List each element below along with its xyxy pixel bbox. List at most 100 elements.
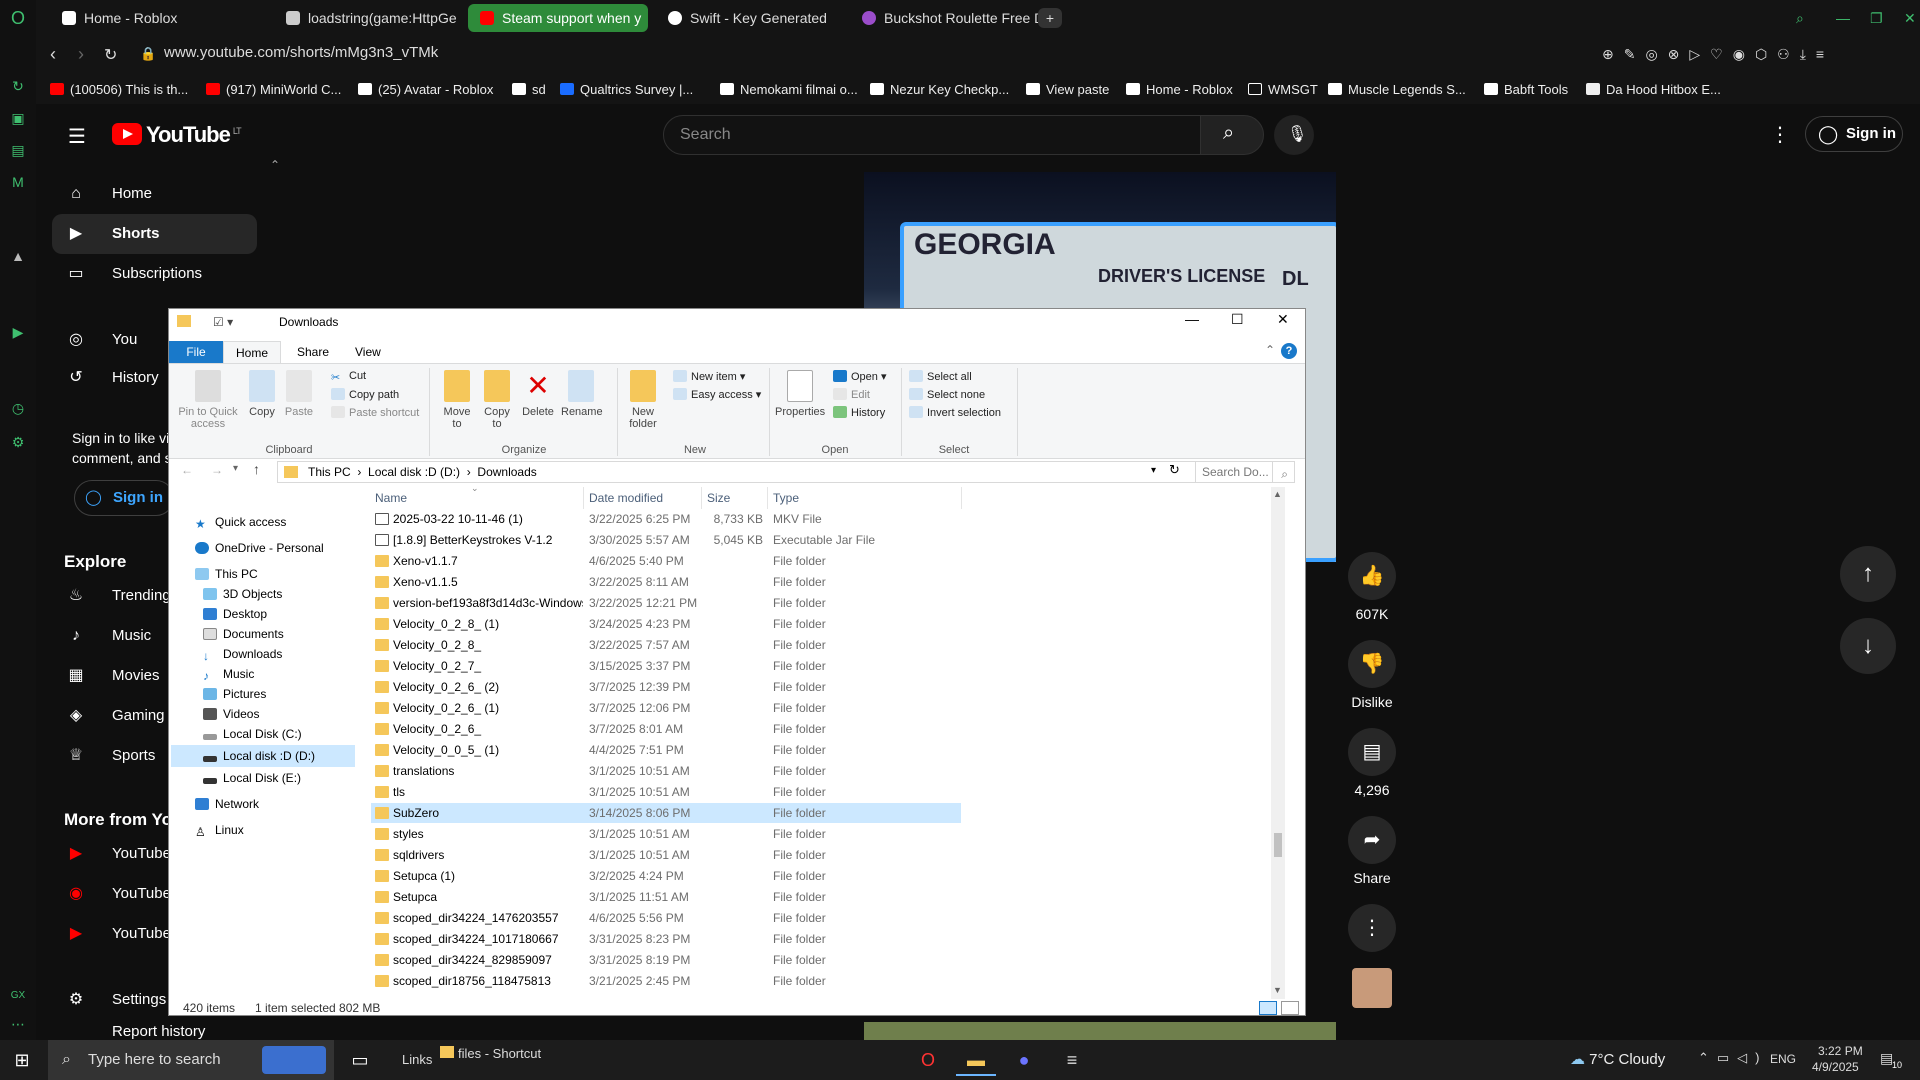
rename-button[interactable]: Rename [561,370,603,418]
recent-locations-icon[interactable]: ▾ [233,463,238,474]
sidebar-bag-icon[interactable]: ▣ [8,108,28,128]
tab-4[interactable]: Buckshot Roulette Free D [850,4,1046,32]
tab-view[interactable]: View [355,345,381,359]
bookmark-3[interactable]: sd [512,80,546,100]
file-row[interactable]: Velocity_0_2_7_ 3/15/2025 3:37 PM File fol… [371,656,961,676]
tab-share[interactable]: Share [297,345,329,359]
file-row[interactable]: Setupca 3/1/2025 11:51 AM File folder [371,887,961,907]
scroll-up-icon[interactable]: ▲ [1273,489,1282,499]
select-none-button[interactable]: Select none [909,388,985,401]
paste-shortcut-button[interactable]: Paste shortcut [331,406,419,419]
file-row[interactable]: scoped_dir34224_1476203557 4/6/2025 5:56 … [371,908,961,928]
sidebar-m-icon[interactable]: M [8,172,28,192]
breadcrumb-downloads[interactable]: Downloads [477,465,536,479]
clock-date[interactable]: 4/9/2025 [1812,1060,1859,1074]
file-row[interactable]: version-bef193a8f3d14d3c-WindowsPlay... 3… [371,593,961,613]
nav-desktop[interactable]: Desktop [203,607,267,621]
back-arrow-icon[interactable]: ← [181,463,193,477]
easy-access-button[interactable]: Easy access ▾ [673,388,761,401]
column-name[interactable]: Name [375,491,407,505]
nav-home[interactable]: ⌂ Home [52,174,257,214]
copy-to-button[interactable]: Copy to [481,370,513,430]
bookmark-1[interactable]: (917) MiniWorld C... [206,80,341,100]
file-row[interactable]: Xeno-v1.1.5 3/22/2025 8:11 AM File folder [371,572,961,592]
nav-local-disk-c[interactable]: Local Disk (C:) [203,727,302,741]
file-row[interactable]: sqldrivers 3/1/2025 10:51 AM File folder [371,845,961,865]
start-button[interactable]: ⊞ [2,1044,42,1076]
search-button[interactable]: ⌕ [1200,115,1264,155]
file-row[interactable]: 2025-03-22 10-11-46 (1) 3/22/2025 6:25 PM… [371,509,961,529]
bookmark-0[interactable]: (100506) This is th... [50,80,188,100]
sidebar-settings-icon[interactable]: ⚙ [8,432,28,452]
comments-button[interactable]: ▤ [1348,728,1396,776]
tab-home[interactable]: Home [223,341,281,365]
file-row[interactable]: Velocity_0_2_6_ 3/7/2025 8:01 AM File fold… [371,719,961,739]
sidebar-more-icon[interactable]: ⋯ [8,1014,28,1034]
dislike-button[interactable]: 👎 [1348,640,1396,688]
app-taskbar-icon[interactable]: ≡ [1052,1044,1092,1076]
system-tray-icons[interactable]: ⌃▭◁) [1698,1050,1768,1066]
tab-3[interactable]: Swift - Key Generated [656,4,839,32]
breadcrumb-this-pc[interactable]: This PC [308,465,351,479]
taskbar-search[interactable]: ⌕ Type here to search [48,1040,334,1080]
file-row[interactable]: tls 3/1/2025 10:51 AM File folder [371,782,961,802]
forward-arrow-icon[interactable]: → [211,463,223,477]
sign-in-button[interactable]: ◯ Sign in [1805,116,1903,152]
cut-button[interactable]: ✂ Cut [331,370,366,384]
clock-time[interactable]: 3:22 PM [1818,1044,1863,1058]
discord-taskbar-icon[interactable]: ● [1004,1044,1044,1076]
breadcrumb-local-disk[interactable]: Local disk :D (D:) [368,465,460,479]
bookmark-6[interactable]: Nezur Key Checkp... [870,80,1009,100]
scroll-down-icon[interactable]: ▼ [1273,985,1282,995]
minimize-button[interactable]: — [1185,311,1199,327]
file-row[interactable]: translations 3/1/2025 10:51 AM File folder [371,761,961,781]
file-row[interactable]: Xeno-v1.1.7 4/6/2025 5:40 PM File folder [371,551,961,571]
new-tab-button[interactable]: + [1038,8,1062,28]
more-options-icon[interactable]: ⋮ [1770,122,1790,147]
properties-button[interactable]: Properties [775,370,825,418]
search-downloads-input[interactable]: Search Do... ⌕ [1195,461,1295,483]
file-row[interactable]: [1.8.9] BetterKeystrokes V-1.2 3/30/2025 … [371,530,961,550]
nav-downloads[interactable]: ↓ Downloads [203,647,282,663]
mic-button[interactable]: 🎙 [1274,115,1314,155]
close-button[interactable]: ✕ [1277,311,1289,328]
file-row[interactable]: scoped_dir34224_829859097 3/31/2025 8:19 … [371,950,961,970]
bookmark-12[interactable]: Da Hood Hitbox E... [1586,80,1721,100]
opera-logo-icon[interactable]: O [8,8,28,28]
like-button[interactable]: 👍 [1348,552,1396,600]
browser-toolbar-icons[interactable]: ⊕✎◎⊗▷♡◉⬡⚇⤓≡ [1602,46,1902,66]
invert-selection-button[interactable]: Invert selection [909,406,1001,419]
scrollbar-thumb[interactable] [1274,833,1282,857]
opera-taskbar-icon[interactable]: O [908,1044,948,1076]
new-folder-button[interactable]: New folder [625,370,661,430]
file-row[interactable]: Velocity_0_2_8_ (1) 3/24/2025 4:23 PM File… [371,614,961,634]
previous-short-button[interactable]: ↑ [1840,546,1896,602]
back-icon[interactable]: ‹ [50,44,56,65]
tab-file[interactable]: File [169,341,223,363]
nav-onedrive[interactable]: OneDrive - Personal [195,541,324,555]
bookmark-5[interactable]: Nemokami filmai o... [720,80,858,100]
nav-this-pc[interactable]: This PC [195,567,258,581]
refresh-icon[interactable]: ↻ [1169,462,1180,478]
more-actions-button[interactable]: ⋮ [1348,904,1396,952]
delete-button[interactable]: ✕ Delete [521,370,555,418]
details-view-icon[interactable] [1259,1001,1277,1015]
collapse-chevron-icon[interactable]: ⌃ [270,158,280,172]
column-type[interactable]: Type [773,491,799,505]
collapse-ribbon-icon[interactable]: ⌃ [1265,343,1275,357]
nav-local-disk-e[interactable]: Local Disk (E:) [203,771,301,785]
sidebar-gx-icon[interactable]: GX [8,986,28,1006]
share-button[interactable]: ➦ [1348,816,1396,864]
nav-music[interactable]: ♪ Music [203,667,254,683]
sidebar-wallet-icon[interactable]: ▤ [8,140,28,160]
links-toolbar[interactable]: Links [402,1052,432,1067]
youtube-logo[interactable]: YouTube LT [112,122,242,148]
files-shortcut[interactable]: files - Shortcut [440,1046,541,1061]
nav-3d-objects[interactable]: 3D Objects [203,587,282,601]
task-view-button[interactable]: ▭ [340,1044,380,1076]
select-all-button[interactable]: Select all [909,370,972,383]
nav-network[interactable]: Network [195,797,259,811]
bookmark-4[interactable]: Qualtrics Survey |... [560,80,693,100]
file-row[interactable]: scoped_dir18756_118475813 3/21/2025 2:45 … [371,971,961,991]
open-button[interactable]: Open ▾ [833,370,887,383]
